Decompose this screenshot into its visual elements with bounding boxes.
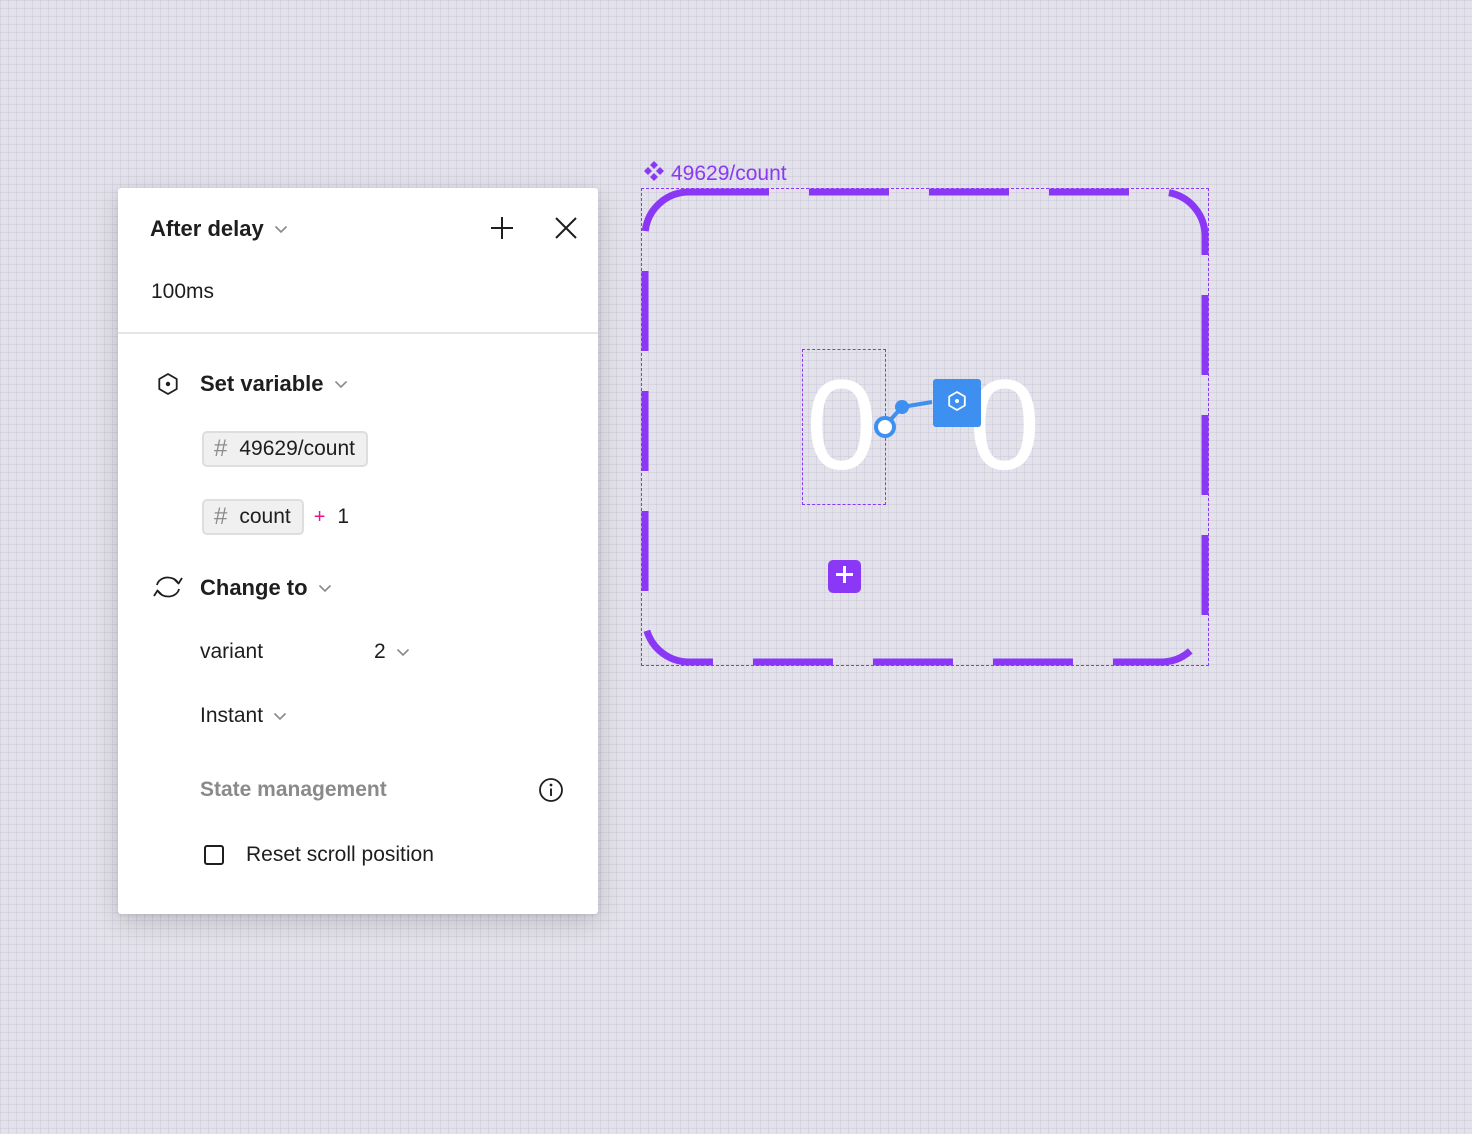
variant-value: 2: [374, 640, 386, 663]
reset-scroll-label: Reset scroll position: [246, 843, 434, 866]
state-management-heading: State management: [200, 778, 387, 801]
trigger-label: After delay: [150, 216, 264, 241]
expression-variable-pill[interactable]: # count: [202, 499, 304, 535]
animation-value: Instant: [200, 704, 264, 727]
expression-operator: +: [313, 505, 326, 528]
expression-operand[interactable]: 1: [337, 505, 349, 529]
hexagon-variable-icon: [156, 372, 180, 396]
chevron-down-icon: [318, 584, 332, 593]
hash-icon: #: [214, 503, 228, 530]
section-divider: [118, 332, 598, 334]
chevron-down-icon: [274, 225, 288, 234]
chevron-down-icon: [273, 712, 287, 721]
variant-property-label: variant: [200, 640, 264, 663]
close-icon[interactable]: [552, 214, 580, 242]
variant-value-dropdown[interactable]: 2: [374, 637, 410, 667]
action-type-dropdown[interactable]: Set variable: [200, 369, 348, 399]
component-diamond-icon: [643, 160, 665, 188]
swap-arrows-icon: [151, 574, 185, 600]
expression-variable-name: count: [239, 505, 291, 528]
reset-scroll-option[interactable]: Reset scroll position: [204, 840, 434, 870]
info-icon[interactable]: [538, 777, 564, 803]
chevron-down-icon: [396, 648, 410, 657]
delay-value[interactable]: 100ms: [151, 280, 214, 304]
interaction-panel: After delay 100ms Set variable # 49629/c…: [118, 188, 598, 914]
connection-line: [874, 400, 933, 438]
target-variable-pill[interactable]: # 49629/count: [202, 431, 368, 467]
set-variable-label: Set variable: [200, 371, 324, 396]
chevron-down-icon: [334, 380, 348, 389]
change-to-dropdown[interactable]: Change to: [200, 573, 332, 603]
reset-scroll-checkbox[interactable]: [204, 845, 224, 865]
target-variable-name: 49629/count: [239, 437, 355, 460]
animation-dropdown[interactable]: Instant: [200, 701, 287, 731]
hexagon-variable-icon: [945, 389, 969, 418]
change-to-label: Change to: [200, 575, 308, 600]
trigger-dropdown[interactable]: After delay: [150, 214, 288, 244]
plus-icon[interactable]: [488, 214, 516, 242]
component-label-text: 49629/count: [671, 162, 787, 185]
add-interaction-button[interactable]: [828, 560, 861, 593]
hash-icon: #: [214, 435, 228, 462]
expression-row[interactable]: # count + 1: [202, 499, 349, 535]
variable-node[interactable]: [933, 379, 981, 427]
component-label[interactable]: 49629/count: [643, 160, 787, 188]
plus-icon: [834, 564, 855, 590]
